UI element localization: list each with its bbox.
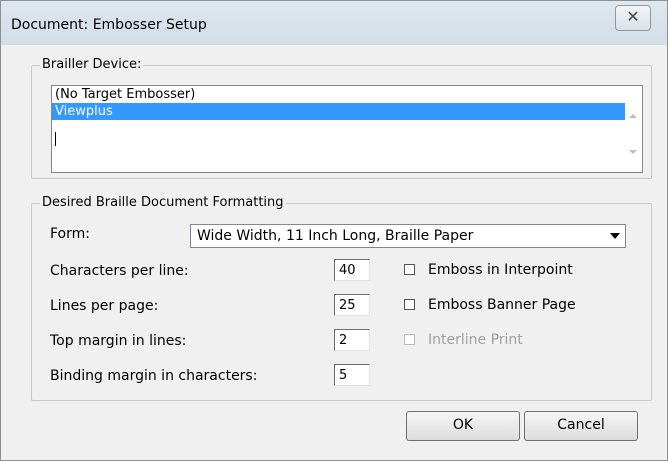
list-item-no-target-embosser[interactable]: (No Target Embosser): [52, 86, 642, 103]
embosser-setup-dialog: Document: Embosser Setup ✕ Brailler Devi…: [0, 0, 668, 461]
brailler-device-group: Brailler Device: (No Target Embosser) Vi…: [31, 57, 652, 179]
close-button[interactable]: ✕: [615, 5, 651, 31]
binding-margin-input[interactable]: 5: [334, 364, 370, 386]
form-selected-value: Wide Width, 11 Inch Long, Braille Paper: [197, 228, 474, 244]
text-cursor: [55, 132, 56, 146]
binding-margin-label: Binding margin in characters:: [50, 368, 258, 384]
scroll-down-icon[interactable]: [629, 150, 637, 154]
dialog-body: Brailler Device: (No Target Embosser) Vi…: [1, 45, 667, 460]
checkbox-icon: [404, 334, 415, 345]
checkbox-icon[interactable]: [404, 299, 415, 310]
close-icon: ✕: [626, 7, 640, 26]
scroll-up-icon[interactable]: [629, 114, 637, 118]
interline-print-label: Interline Print: [428, 332, 523, 348]
list-item-viewplus[interactable]: Viewplus: [52, 103, 642, 120]
list-scrollbar[interactable]: [625, 86, 642, 172]
chars-per-line-label: Characters per line:: [50, 263, 189, 279]
braille-formatting-group: Desired Braille Document Formatting Form…: [31, 195, 652, 401]
chars-per-line-input[interactable]: 40: [334, 259, 370, 281]
top-margin-input[interactable]: 2: [334, 329, 370, 351]
emboss-banner-label: Emboss Banner Page: [428, 297, 576, 313]
top-margin-label: Top margin in lines:: [50, 333, 187, 349]
emboss-interpoint-label: Emboss in Interpoint: [428, 262, 573, 278]
ok-button[interactable]: OK: [406, 411, 520, 441]
cancel-button[interactable]: Cancel: [524, 411, 638, 441]
lines-per-page-input[interactable]: 25: [334, 294, 370, 316]
formatting-group-label: Desired Braille Document Formatting: [40, 195, 286, 210]
form-select[interactable]: Wide Width, 11 Inch Long, Braille Paper: [190, 224, 626, 248]
chevron-down-icon[interactable]: [607, 227, 623, 243]
brailler-device-label: Brailler Device:: [40, 57, 144, 72]
checkbox-icon[interactable]: [404, 264, 415, 275]
brailler-device-list[interactable]: (No Target Embosser) Viewplus: [51, 85, 643, 173]
title-bar[interactable]: Document: Embosser Setup ✕: [1, 1, 667, 45]
lines-per-page-label: Lines per page:: [50, 298, 159, 314]
form-label: Form:: [50, 226, 90, 242]
dialog-title: Document: Embosser Setup: [11, 17, 207, 33]
